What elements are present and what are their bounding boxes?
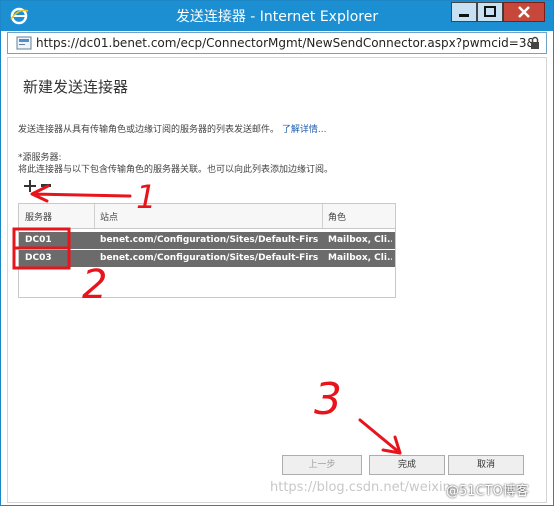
minimize-icon xyxy=(459,14,469,17)
cell-server: DC03 xyxy=(25,253,52,263)
server-table: 服务器 站点 角色 DC01 benet.com/Configuration/S… xyxy=(18,203,396,298)
table-header: 服务器 站点 角色 xyxy=(19,204,395,229)
address-bar[interactable]: https://dc01.benet.com/ecp/ConnectorMgmt… xyxy=(7,32,547,54)
page-content: 新建发送连接器 发送连接器从具有传输角色或边缘订阅的服务器的列表发送邮件。 了解… xyxy=(7,57,547,503)
page-icon xyxy=(16,36,32,50)
cell-server: DC01 xyxy=(25,235,52,245)
column-header-server[interactable]: 服务器 xyxy=(25,210,52,223)
table-row[interactable]: DC01 benet.com/Configuration/Sites/Defau… xyxy=(19,232,395,249)
description: 发送连接器从具有传输角色或边缘订阅的服务器的列表发送邮件。 了解详情... xyxy=(18,122,326,135)
page-title: 新建发送连接器 xyxy=(23,78,129,96)
column-divider xyxy=(94,204,95,228)
remove-icon[interactable] xyxy=(41,184,51,187)
watermark-url: https://blog.csdn.net/weixin_ xyxy=(270,480,458,495)
back-button[interactable]: 上一步 xyxy=(282,455,362,475)
cell-site: benet.com/Configuration/Sites/Default-Fi… xyxy=(100,253,318,263)
title-bar: 发送连接器 - Internet Explorer xyxy=(1,1,553,31)
finish-button[interactable]: 完成 xyxy=(369,455,445,475)
url-text[interactable]: https://dc01.benet.com/ecp/ConnectorMgmt… xyxy=(36,36,536,50)
maximize-icon xyxy=(484,6,496,17)
lock-icon[interactable] xyxy=(528,36,542,50)
browser-window: 发送连接器 - Internet Explorer https://dc01.b… xyxy=(0,0,554,506)
maximize-button[interactable] xyxy=(477,2,503,22)
column-divider xyxy=(322,204,323,228)
cell-site: benet.com/Configuration/Sites/Default-Fi… xyxy=(100,235,318,245)
cell-role: Mailbox, Cli... xyxy=(328,235,392,245)
watermark-brand: @51CTO博客 xyxy=(446,484,529,499)
column-header-site[interactable]: 站点 xyxy=(100,210,118,223)
table-row[interactable]: DC03 benet.com/Configuration/Sites/Defau… xyxy=(19,250,395,267)
cancel-button[interactable]: 取消 xyxy=(448,455,524,475)
add-icon[interactable] xyxy=(22,178,38,194)
minimize-button[interactable] xyxy=(451,2,477,22)
cell-role: Mailbox, Cli... xyxy=(328,253,392,263)
close-window-button[interactable] xyxy=(503,2,545,22)
close-icon xyxy=(518,6,530,18)
description-text: 发送连接器从具有传输角色或边缘订阅的服务器的列表发送邮件。 xyxy=(18,125,280,135)
column-header-role[interactable]: 角色 xyxy=(328,210,346,223)
learn-more-link[interactable]: 了解详情... xyxy=(282,125,327,135)
source-server-hint: 将此连接器与以下包含传输角色的服务器关联。也可以向此列表添加边缘订阅。 xyxy=(18,165,334,175)
